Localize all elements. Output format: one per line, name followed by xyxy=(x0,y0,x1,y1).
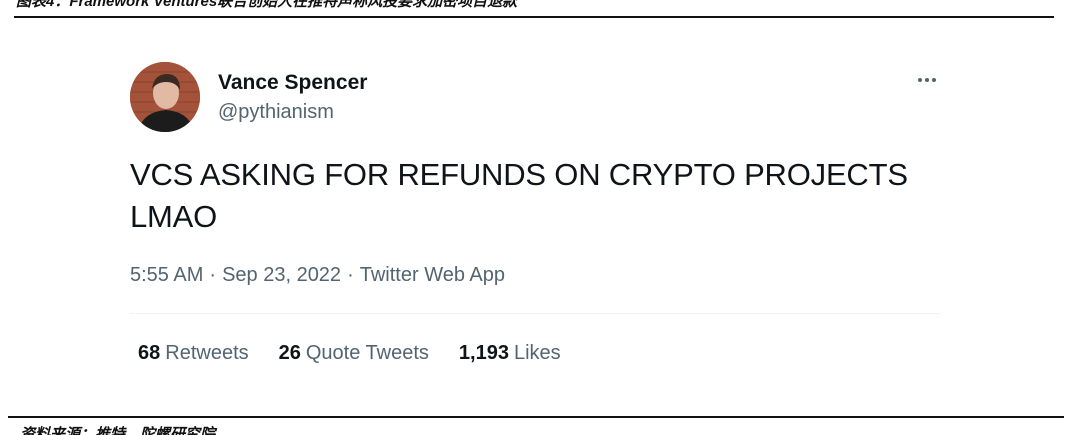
retweets-stat[interactable]: 68 Retweets xyxy=(138,340,249,366)
avatar[interactable] xyxy=(130,62,200,132)
retweets-count: 68 xyxy=(138,342,161,364)
user-name[interactable]: Vance Spencer xyxy=(218,70,367,96)
bottom-rule xyxy=(8,416,1064,418)
top-rule xyxy=(14,16,1054,18)
more-dot xyxy=(932,78,936,82)
source-note: 资料来源：推特，陀螺研究院 xyxy=(20,426,216,435)
meta-separator: · xyxy=(347,264,354,286)
more-dot xyxy=(918,78,922,82)
tweet-text: VCS ASKING FOR REFUNDS ON CRYPTO PROJECT… xyxy=(130,157,908,234)
likes-stat[interactable]: 1,193 Likes xyxy=(459,340,561,366)
likes-label: Likes xyxy=(513,342,561,364)
more-dot xyxy=(925,78,929,82)
retweets-label: Retweets xyxy=(165,342,249,364)
figure-caption: 图表4：Framework Ventures联合创始人在推特声称风投要求加密项目… xyxy=(16,0,518,10)
tweet-date[interactable]: Sep 23, 2022 xyxy=(222,264,341,286)
quote-tweets-label: Quote Tweets xyxy=(305,342,429,364)
meta-separator: · xyxy=(209,264,217,286)
likes-count: 1,193 xyxy=(458,342,509,364)
tweet-source[interactable]: Twitter Web App xyxy=(360,264,505,286)
tweet-stats: 68 Retweets 26 Quote Tweets 1,193 Likes xyxy=(130,340,942,366)
quote-tweets-count: 26 xyxy=(278,342,301,364)
page: 图表4：Framework Ventures联合创始人在推特声称风投要求加密项目… xyxy=(0,0,1080,435)
quote-tweets-stat[interactable]: 26 Quote Tweets xyxy=(279,340,429,366)
tweet-meta: 5:55 AM · Sep 23, 2022 · Twitter Web App xyxy=(130,262,942,288)
user-handle[interactable]: @pythianism xyxy=(218,99,334,125)
tweet-time[interactable]: 5:55 AM xyxy=(130,264,203,286)
tweet-card: Vance Spencer @pythianism VCS ASKING FOR… xyxy=(130,62,942,366)
stats-divider xyxy=(130,313,940,314)
tweet-header: Vance Spencer @pythianism xyxy=(130,62,942,134)
avatar-image xyxy=(130,62,200,132)
more-horizontal-icon[interactable] xyxy=(912,70,942,90)
